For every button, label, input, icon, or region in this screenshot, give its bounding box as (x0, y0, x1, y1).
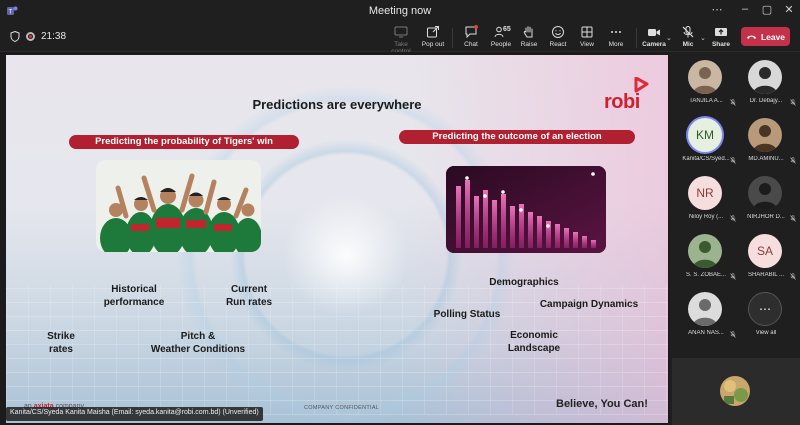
mic-muted-icon (790, 99, 796, 106)
pop-out-button[interactable]: Pop out (416, 24, 450, 52)
label-strike-rates: Strike rates (47, 331, 75, 355)
self-avatar (720, 376, 750, 406)
shared-screen-stage: Predictions are everywhere robi Predicti… (0, 52, 670, 425)
meeting-toolbar: 21:38 Take control Pop out Chat 65 Peopl… (0, 22, 800, 55)
hand-icon (523, 26, 533, 38)
participant-tile[interactable]: TANJILA A... (676, 56, 736, 114)
chat-notification-badge (474, 25, 478, 29)
participant-name: S. S. ZOBAE... (685, 272, 726, 278)
smiley-icon (552, 26, 564, 38)
close-button[interactable]: ✕ (778, 3, 800, 16)
cricket-team-photo (96, 160, 261, 252)
label-demographics: Demographics (489, 277, 559, 288)
more-button[interactable]: More (599, 24, 633, 52)
leave-button[interactable]: Leave (741, 27, 790, 46)
take-control-button[interactable]: Take control (384, 24, 418, 55)
mic-muted-icon (790, 157, 796, 164)
title-bar: T Meeting now ⋯ – ▢ ✕ (0, 0, 800, 22)
avatar (748, 118, 782, 152)
avatar (688, 60, 722, 94)
participant-tile[interactable]: SA SHARABIL ... (736, 230, 796, 288)
participant-tile[interactable]: S. S. ZOBAE... (676, 230, 736, 288)
mic-muted-icon (790, 215, 796, 222)
right-section-banner: Predicting the outcome of an election (399, 130, 635, 144)
participant-name: Niloy Roy (... (688, 214, 724, 220)
participant-gallery: TANJILA A... Dr. Debajy... KM Kanita/CS/Sye… (672, 52, 800, 425)
participant-name: MD.AMINU... (748, 156, 784, 162)
maximize-button[interactable]: ▢ (756, 3, 778, 16)
avatar-initials: SA (748, 234, 782, 268)
confidential-footer: COMPANY CONFIDENTIAL (304, 405, 380, 411)
ellipsis-icon (611, 31, 621, 33)
pop-out-icon (427, 26, 439, 38)
robi-logo-text: robi (604, 91, 640, 113)
camera-icon (648, 29, 660, 36)
mic-muted-icon (790, 273, 796, 280)
take-control-icon (394, 26, 408, 38)
left-section-banner: Predicting the probability of Tigers' wi… (69, 135, 299, 149)
people-count: 65 (503, 26, 511, 33)
avatar-initials: KM (688, 118, 722, 152)
presentation-slide: Predictions are everywhere robi Predicti… (6, 55, 668, 423)
participant-name: SHARABIL ... (747, 272, 785, 278)
slogan-footer: Believe, You Can! (556, 398, 648, 410)
participant-grid: TANJILA A... Dr. Debajy... KM Kanita/CS/Sye… (676, 56, 796, 356)
chat-button[interactable]: Chat (454, 24, 488, 52)
minimize-button[interactable]: – (734, 3, 756, 15)
participant-name: View all (755, 330, 777, 336)
meeting-timer: 21:38 (10, 31, 66, 42)
label-campaign-dynamics: Campaign Dynamics (539, 299, 639, 310)
participant-tile[interactable]: ANAN NAS... (676, 288, 736, 346)
robi-logo: robi (604, 77, 654, 117)
avatar-initials: NR (688, 176, 722, 210)
participant-tile[interactable]: NR Niloy Roy (... (676, 172, 736, 230)
participant-tile[interactable]: KM Kanita/CS/Syed... (676, 114, 736, 172)
mic-muted-icon (682, 26, 694, 38)
participant-name: Dr. Debajy... (749, 98, 783, 104)
timer-text: 21:38 (41, 31, 67, 42)
avatar (688, 292, 722, 326)
label-current-run-rates: Current Run rates (225, 284, 273, 308)
avatar (688, 234, 722, 268)
label-historical-performance: Historical performance (103, 284, 165, 308)
participant-name: NIRJHOR D... (747, 214, 785, 220)
shield-icon (10, 31, 20, 42)
participant-tile[interactable]: Dr. Debajy... (736, 56, 796, 114)
view-all-button[interactable]: ⋯ View all (736, 288, 796, 346)
label-pitch-weather: Pitch & Weather Conditions (150, 331, 246, 355)
avatar (748, 60, 782, 94)
participant-name: TANJILA A... (689, 98, 723, 104)
window-title: Meeting now (368, 5, 432, 17)
more-options-icon[interactable]: ⋯ (706, 3, 728, 16)
participant-name: ANAN NAS... (688, 330, 724, 336)
label-polling-status: Polling Status (433, 309, 501, 320)
election-bar-chart (446, 166, 606, 253)
slide-title: Predictions are everywhere (252, 97, 422, 112)
phone-hangup-icon (746, 35, 756, 39)
avatar (748, 176, 782, 210)
recording-icon (26, 32, 35, 41)
participant-name: Kanita/CS/Syed... (682, 156, 730, 162)
participant-tile[interactable]: MD.AMINU... (736, 114, 796, 172)
toolbar-divider (452, 28, 453, 48)
label-economic-landscape: Economic Landscape (507, 330, 561, 354)
share-button[interactable]: Share (704, 24, 738, 52)
presenter-caption: Kanita/CS/Syeda Kanita Maisha (Email: sy… (6, 407, 263, 421)
self-view-tile[interactable] (672, 358, 800, 425)
grid-icon (581, 26, 593, 38)
ellipsis-icon: ⋯ (748, 292, 782, 326)
participant-tile[interactable]: NIRJHOR D... (736, 172, 796, 230)
share-icon (715, 28, 727, 36)
